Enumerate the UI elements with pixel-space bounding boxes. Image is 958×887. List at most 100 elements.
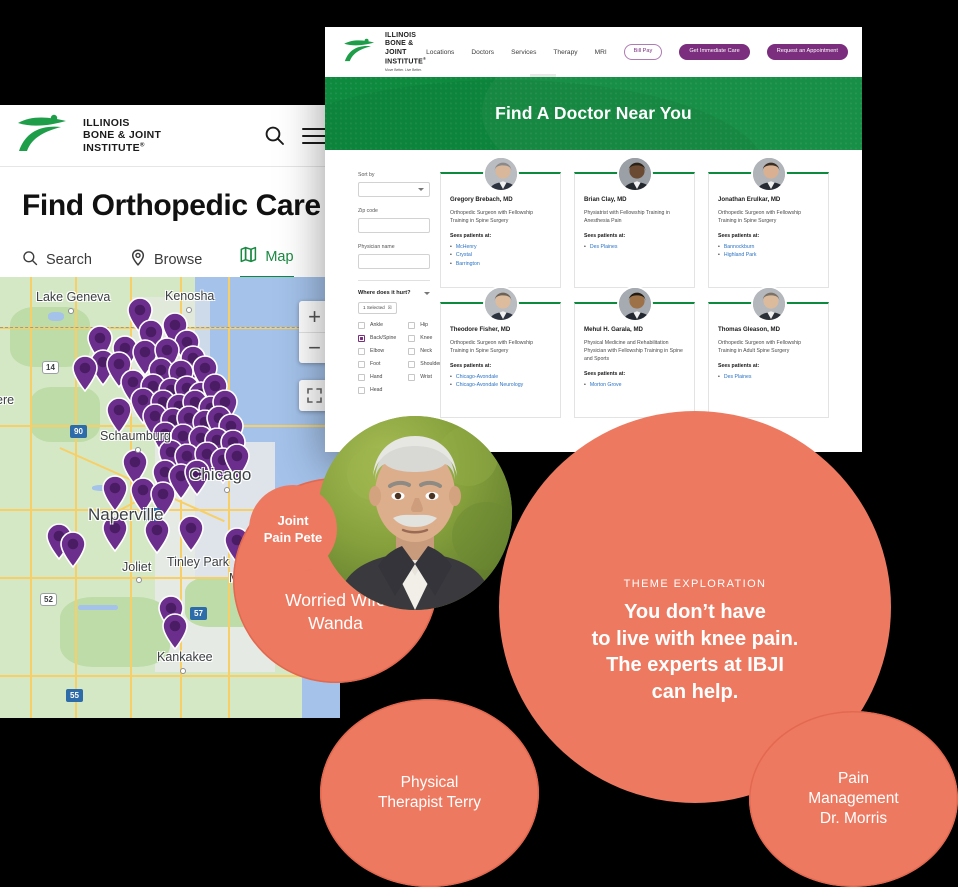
- nav-link-locations[interactable]: Locations: [426, 49, 454, 56]
- search-icon: [22, 250, 38, 270]
- checkbox-box: [408, 334, 416, 342]
- doctor-specialty: Orthopedic Surgeon with Fellowship Train…: [450, 340, 534, 355]
- checkbox-box: [358, 386, 365, 394]
- doctor-card[interactable]: Thomas Gleason, MD Orthopedic Surgeon wi…: [708, 286, 829, 418]
- nav-link-services[interactable]: Services: [511, 49, 536, 56]
- doctor-location[interactable]: • Morton Grove: [584, 381, 685, 389]
- doctor-location[interactable]: • Highland Park: [718, 251, 819, 259]
- sort-by-label: Sort by: [358, 172, 375, 178]
- doctor-card[interactable]: Jonathan Erulkar, MD Orthopedic Surgeon …: [708, 156, 829, 288]
- tab-map[interactable]: Map: [240, 246, 294, 279]
- checkbox-box: [358, 373, 365, 381]
- tab-browse-label: Browse: [153, 251, 203, 268]
- doctor-location[interactable]: • Bannockburn: [718, 243, 819, 251]
- map-city-dot: [180, 668, 186, 674]
- map-label-kankakee: Kankakee: [157, 650, 213, 664]
- chevron-down-icon: [418, 188, 424, 191]
- hamburger-icon[interactable]: [302, 127, 326, 144]
- doctor-location[interactable]: • Chicago-Avondale Neurology: [450, 381, 551, 389]
- doctor-location[interactable]: • Barrington: [450, 260, 551, 268]
- doctor-location[interactable]: • Des Plaines: [584, 243, 685, 251]
- doctor-location[interactable]: • Crystal: [450, 251, 551, 259]
- bill-pay-button[interactable]: Bill Pay: [623, 44, 663, 60]
- nav-link-doctors[interactable]: Doctors: [471, 49, 494, 56]
- sees-patients-label: Sees patients at:: [450, 363, 492, 370]
- checkbox-head[interactable]: Head: [358, 386, 396, 394]
- mobile-tabs: Search Browse Map: [0, 239, 340, 279]
- map-city-dot: [186, 307, 192, 313]
- map-city-dot: [224, 487, 230, 493]
- physician-name-label: Physician name: [358, 244, 395, 250]
- desktop-nav: ILLINOIS BONE & JOINT INSTITUTE® Move Be…: [325, 27, 862, 77]
- map-city-dot: [136, 577, 142, 583]
- nav-link-therapy[interactable]: Therapy: [553, 49, 577, 56]
- get-immediate-care-button[interactable]: Get Immediate Care: [679, 44, 750, 60]
- persona-bubble-joint-pain-pete[interactable]: Joint Pain Pete: [249, 485, 337, 573]
- location-name: Chicago-Avondale: [455, 374, 499, 381]
- doctor-location[interactable]: • Chicago-Avondale: [450, 373, 551, 381]
- filter-sidebar: Sort by Zip code Physician name Where do…: [325, 172, 441, 432]
- hero-banner: Find A Doctor Near You: [325, 77, 862, 150]
- checkbox-wrist[interactable]: Wrist: [408, 373, 441, 381]
- doctor-location[interactable]: • Des Plaines: [718, 373, 819, 381]
- doctor-specialty: Orthopedic Surgeon with Fellowship Train…: [718, 210, 802, 225]
- location-name: Chicago-Avondale Neurology: [455, 382, 524, 389]
- location-name: Des Plaines: [589, 244, 618, 251]
- zip-code-input[interactable]: [358, 218, 430, 233]
- where-does-it-hurt-header[interactable]: Where does it hurt?: [358, 290, 430, 296]
- checkbox-label: Hand: [370, 374, 383, 380]
- tab-search-label: Search: [46, 252, 92, 268]
- map-city-dot: [68, 308, 74, 314]
- persona-bubble-pain-management-dr-morris[interactable]: Pain Management Dr. Morris: [749, 711, 958, 887]
- brand-line-3: INSTITUTE®: [83, 141, 145, 154]
- location-name: Highland Park: [723, 252, 757, 259]
- checkbox-label: Wrist: [420, 374, 432, 380]
- doctor-location[interactable]: • McHenry: [450, 243, 551, 251]
- location-name: Bannockburn: [723, 244, 755, 251]
- tab-browse[interactable]: Browse: [130, 249, 202, 279]
- mobile-header: ILLINOIS BONE & JOINT INSTITUTE®: [0, 105, 340, 167]
- checkbox-shoulder[interactable]: Shoulder: [408, 360, 441, 368]
- persona-bubble-physical-therapist-terry[interactable]: Physical Therapist Terry: [320, 699, 539, 887]
- doctor-card[interactable]: Mehul H. Garala, MD Physical Medicine an…: [574, 286, 695, 418]
- checkbox-back-spine[interactable]: Back/Spine: [358, 334, 396, 342]
- hero-title: Find A Doctor Near You: [495, 103, 692, 123]
- body-part-checkbox-grid: Ankle Back/Spine Elbow Foot Hand Head Hi…: [358, 321, 441, 400]
- nav-link-mri[interactable]: MRI: [595, 49, 607, 56]
- selected-count-chip[interactable]: 1 Selected ☒: [358, 301, 397, 314]
- checkbox-hand[interactable]: Hand: [358, 373, 396, 381]
- location-name: Morton Grove: [589, 382, 622, 389]
- checkbox-foot[interactable]: Foot: [358, 360, 396, 368]
- sort-by-select[interactable]: [358, 182, 430, 197]
- physician-name-input[interactable]: [358, 254, 430, 269]
- checkbox-elbow[interactable]: Elbow: [358, 347, 396, 355]
- doctor-name: Jonathan Erulkar, MD: [718, 196, 781, 203]
- route-shield-90: 90: [70, 425, 87, 438]
- sees-patients-label: Sees patients at:: [718, 363, 760, 370]
- checkbox-neck[interactable]: Neck: [408, 347, 441, 355]
- doctor-name: Thomas Gleason, MD: [718, 326, 780, 333]
- page-title: Find Orthopedic Care: [22, 189, 321, 222]
- ibji-wordmark: ILLINOIS BONE & JOINT INSTITUTE®: [83, 117, 161, 154]
- map-label-naperville: Naperville: [88, 505, 164, 524]
- tab-search[interactable]: Search: [22, 250, 92, 279]
- checkbox-knee[interactable]: Knee: [408, 334, 441, 342]
- avatar: [482, 156, 519, 192]
- checkbox-ankle[interactable]: Ankle: [358, 321, 396, 329]
- doctor-name: Mehul H. Garala, MD: [584, 326, 643, 333]
- route-shield-14: 14: [42, 361, 59, 374]
- checkbox-box: [358, 360, 365, 368]
- clear-selection-icon[interactable]: ☒: [388, 305, 392, 311]
- sees-patients-label: Sees patients at:: [718, 233, 760, 240]
- doctor-results-grid: Gregory Brebach, MD Orthopedic Surgeon w…: [440, 156, 862, 432]
- doctor-card-row: Gregory Brebach, MD Orthopedic Surgeon w…: [440, 156, 829, 288]
- avatar: [482, 286, 519, 322]
- doctor-card[interactable]: Theodore Fisher, MD Orthopedic Surgeon w…: [440, 286, 561, 418]
- checkbox-hip[interactable]: Hip: [408, 321, 441, 329]
- doctor-card[interactable]: Gregory Brebach, MD Orthopedic Surgeon w…: [440, 156, 561, 288]
- request-appointment-button[interactable]: Request an Appointment: [766, 44, 848, 60]
- doctor-card[interactable]: Brian Clay, MD Physiatrist with Fellowsh…: [574, 156, 695, 288]
- checkbox-box: [358, 347, 365, 355]
- search-icon[interactable]: [262, 124, 286, 148]
- where-does-it-hurt-label: Where does it hurt?: [358, 290, 411, 296]
